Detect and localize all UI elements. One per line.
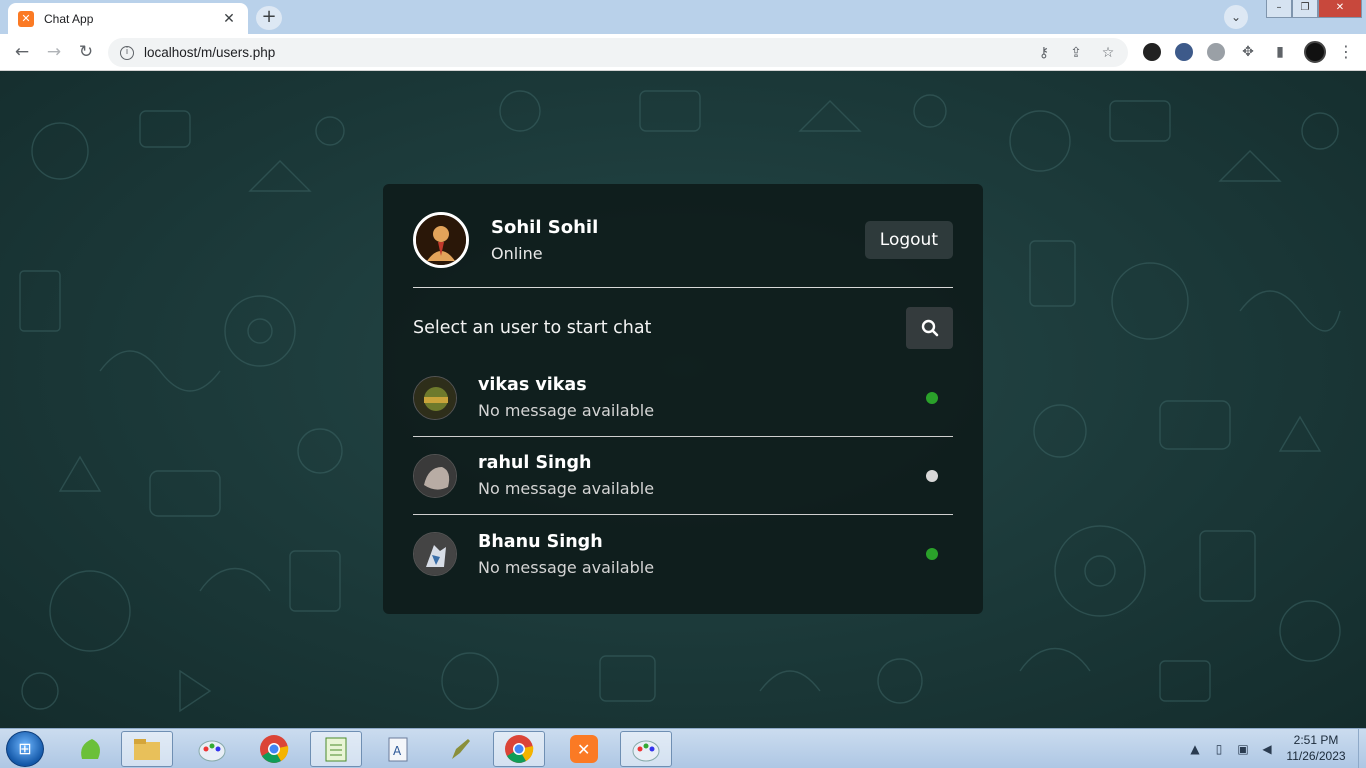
tab-search-icon[interactable]: ⌄ (1224, 5, 1248, 29)
search-row: Select an user to start chat (413, 307, 953, 349)
window-close-icon[interactable]: ✕ (1318, 0, 1362, 18)
browser-tab-bar: ✕ Chat App ✕ + ⌄ – ❐ ✕ (0, 0, 1366, 34)
device-icon[interactable]: ▯ (1210, 742, 1228, 756)
restore-icon[interactable]: ❐ (1292, 0, 1318, 18)
wordpad-icon[interactable]: A (372, 731, 424, 767)
user-name: vikas vikas (478, 375, 587, 395)
chrome-icon[interactable] (493, 731, 545, 767)
extension-icon[interactable] (1140, 40, 1164, 64)
browser-tab[interactable]: ✕ Chat App ✕ (8, 3, 248, 34)
current-user-name: Sohil Sohil (491, 217, 599, 238)
chat-users-card: Sohil Sohil Online Logout Select an user… (383, 184, 983, 614)
address-bar[interactable]: i localhost/m/users.php ⚷ ⇪ ☆ (108, 38, 1128, 67)
puzzle-icon[interactable]: ✥ (1236, 40, 1260, 64)
user-list-item[interactable]: Bhanu Singh No message available (413, 515, 953, 593)
current-user-status: Online (491, 244, 543, 263)
share-icon[interactable]: ⇪ (1064, 45, 1088, 61)
side-panel-icon[interactable]: ▮ (1268, 40, 1292, 64)
logout-button[interactable]: Logout (864, 221, 953, 259)
extensions-area: ✥ ▮ ⋮ (1140, 40, 1356, 64)
notepad-icon[interactable] (310, 731, 362, 767)
tab-title: Chat App (44, 11, 94, 26)
site-info-icon[interactable]: i (120, 45, 134, 60)
window-controls: – ❐ ✕ (1266, 0, 1362, 18)
clock-time: 2:51 PM (1293, 733, 1339, 747)
page-background: Sohil Sohil Online Logout Select an user… (0, 71, 1366, 728)
new-tab-button[interactable]: + (256, 6, 282, 30)
back-icon[interactable]: ← (9, 40, 35, 64)
user-name: Bhanu Singh (478, 531, 603, 552)
xampp-icon: ✕ (18, 10, 34, 27)
network-icon[interactable]: ▣ (1234, 742, 1252, 756)
search-prompt: Select an user to start chat (413, 318, 652, 338)
svg-text:A: A (393, 744, 402, 758)
paint-icon[interactable] (186, 731, 238, 767)
volume-icon[interactable]: ◀ (1258, 742, 1276, 756)
file-explorer-icon[interactable] (121, 731, 173, 767)
clock-date: 11/26/2023 (1286, 749, 1346, 763)
current-user-header: Sohil Sohil Online Logout (413, 210, 953, 270)
user-list-item[interactable]: vikas vikas No message available (413, 359, 953, 437)
show-hidden-icons-icon[interactable]: ▲ (1186, 742, 1204, 756)
forward-icon[interactable]: → (41, 40, 67, 64)
url-text[interactable]: localhost/m/users.php (144, 45, 1032, 60)
menu-icon[interactable]: ⋮ (1336, 40, 1356, 64)
current-user-avatar (413, 212, 469, 268)
reload-icon[interactable]: ↻ (73, 40, 99, 64)
chrome-icon[interactable] (248, 731, 300, 767)
user-list: vikas vikas No message available rahul S… (413, 359, 953, 593)
xampp-icon[interactable]: ✕ (558, 731, 610, 767)
browser-toolbar: ← → ↻ i localhost/m/users.php ⚷ ⇪ ☆ ✥ ▮ … (0, 34, 1366, 71)
online-status-dot (926, 548, 938, 560)
offline-status-dot (926, 469, 938, 482)
user-last-message: No message available (478, 557, 655, 577)
online-status-dot (926, 391, 938, 404)
paint-icon[interactable] (620, 731, 672, 767)
search-icon (921, 319, 938, 337)
windows-taskbar: ⊞ A ✕ ▲ ▯ ▣ ◀ 2:51 PM 11/26/2023 (0, 728, 1366, 768)
taskbar-clock[interactable]: 2:51 PM 11/26/2023 (1276, 732, 1356, 764)
user-avatar (413, 532, 457, 576)
start-button[interactable]: ⊞ (6, 731, 44, 767)
user-name: rahul Singh (478, 453, 592, 473)
key-icon[interactable]: ⚷ (1032, 45, 1056, 61)
profile-avatar[interactable] (1304, 41, 1326, 63)
taskbar-app-icon[interactable] (64, 731, 116, 767)
user-list-item[interactable]: rahul Singh No message available (413, 437, 953, 515)
user-avatar (413, 375, 457, 420)
close-tab-icon[interactable]: ✕ (220, 11, 238, 27)
extension-icon[interactable] (1204, 40, 1228, 64)
user-last-message: No message available (478, 401, 655, 420)
show-desktop-button[interactable] (1358, 729, 1366, 768)
minimize-icon[interactable]: – (1266, 0, 1292, 18)
svg-text:✕: ✕ (577, 740, 590, 759)
user-last-message: No message available (478, 479, 655, 498)
extension-icon[interactable] (1172, 40, 1196, 64)
bookmark-star-icon[interactable]: ☆ (1096, 45, 1120, 61)
user-avatar (413, 453, 457, 498)
pen-tool-icon[interactable] (434, 731, 486, 767)
header-divider (413, 287, 953, 288)
search-button[interactable] (906, 307, 953, 349)
system-tray: ▲ ▯ ▣ ◀ (1186, 729, 1282, 768)
